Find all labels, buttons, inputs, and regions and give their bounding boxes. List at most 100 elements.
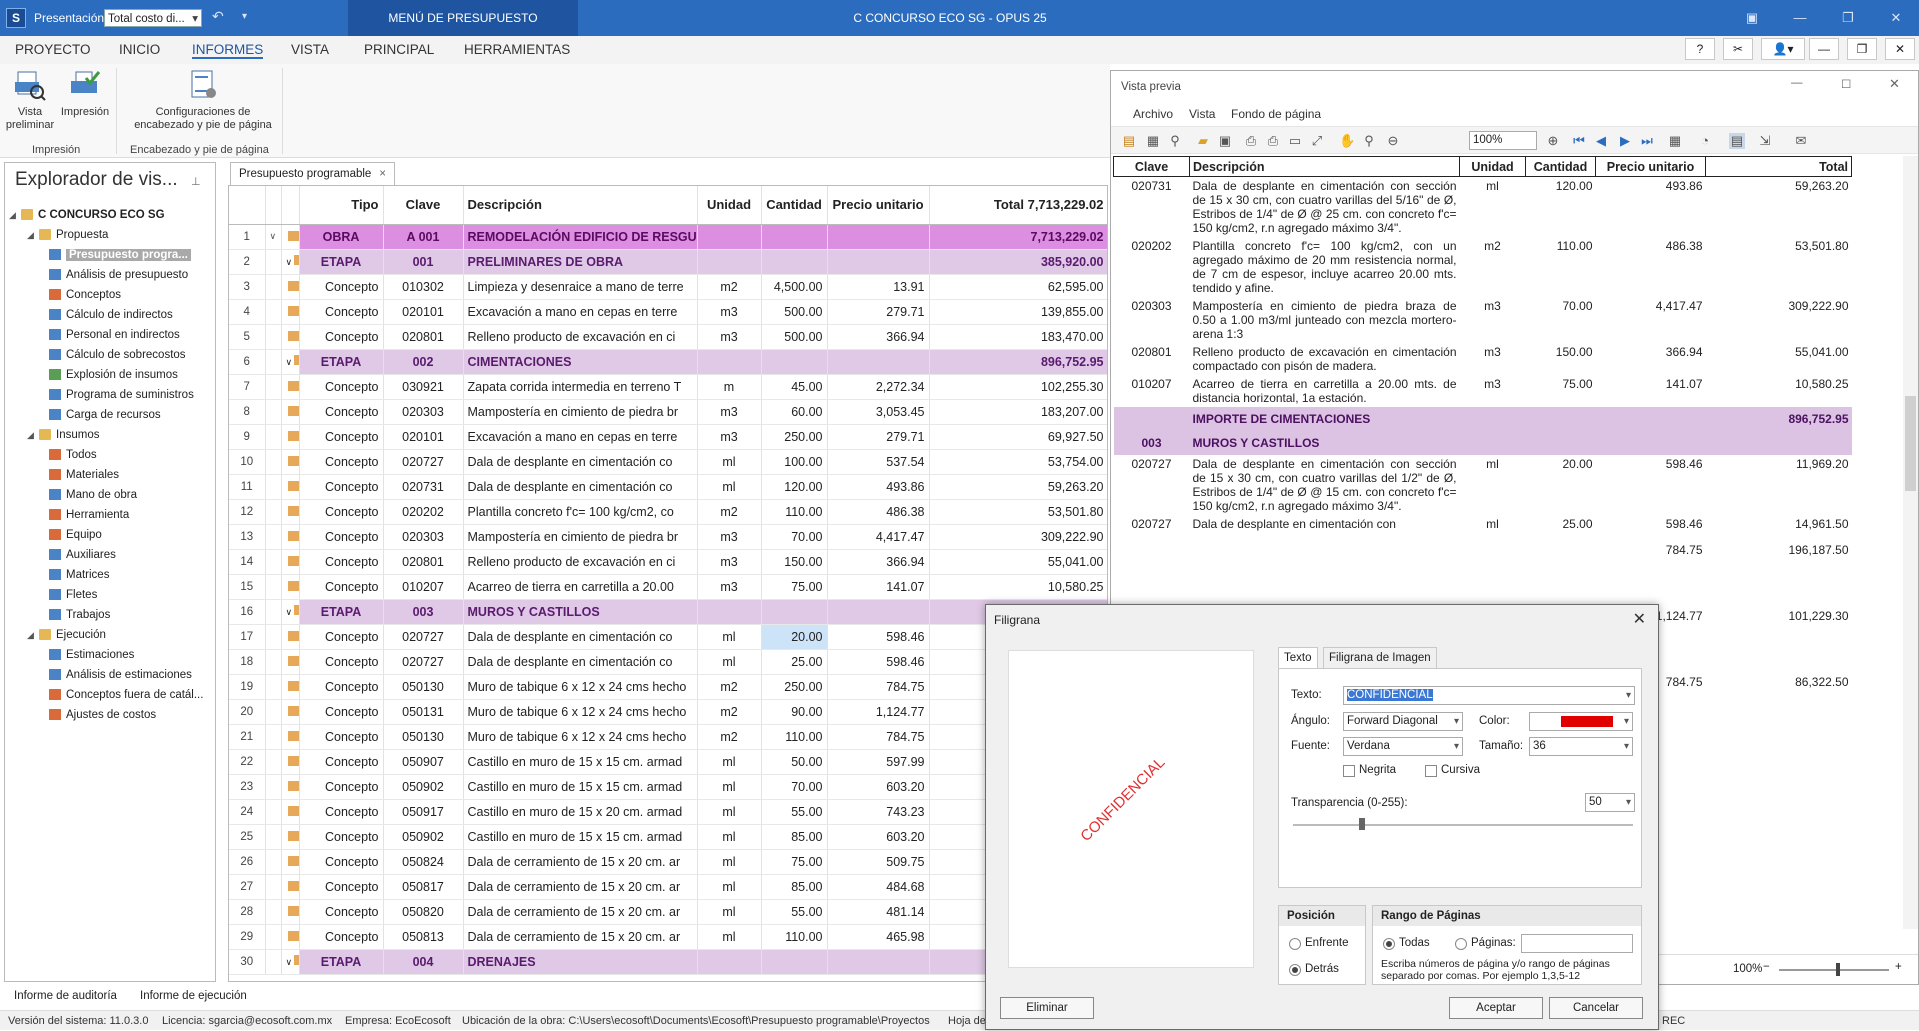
cell-descripcion[interactable]: PRELIMINARES DE OBRA: [463, 249, 698, 275]
doc-minimize-icon[interactable]: —: [1809, 38, 1839, 60]
maximize-icon[interactable]: ❐: [1826, 0, 1870, 36]
cell-clave[interactable]: 020727: [383, 649, 464, 675]
expand-icon[interactable]: [265, 699, 282, 725]
cell-clave[interactable]: 001: [383, 249, 464, 275]
minimize-icon[interactable]: —: [1778, 0, 1822, 36]
expand-icon[interactable]: [265, 524, 282, 550]
cell-unidad[interactable]: m3: [697, 299, 762, 325]
tree-ejecucion[interactable]: ◢ Ejecución: [27, 625, 106, 645]
zoom-minus-icon[interactable]: −: [1763, 961, 1770, 973]
cell-descripcion[interactable]: Castillo en muro de 15 x 15 cm. armad: [463, 749, 698, 775]
cell-cantidad[interactable]: [761, 599, 828, 625]
preview-minimize-icon[interactable]: —: [1791, 77, 1803, 89]
cell-tipo[interactable]: Concepto: [299, 424, 384, 450]
doc-close-icon[interactable]: ✕: [1885, 38, 1915, 60]
cell-cantidad[interactable]: 120.00: [761, 474, 828, 500]
expand-icon[interactable]: [265, 749, 282, 775]
pin-icon[interactable]: ⊥: [191, 175, 201, 188]
cell-tipo[interactable]: Concepto: [299, 499, 384, 525]
tree-item[interactable]: Cálculo de indirectos: [49, 305, 173, 325]
cell-unidad[interactable]: [697, 349, 762, 375]
presentation-select[interactable]: Total costo di...: [104, 9, 202, 28]
cursiva-checkbox[interactable]: [1425, 765, 1437, 777]
cell-descripcion[interactable]: Dala de cerramiento de 15 x 20 cm. ar: [463, 899, 698, 925]
clipboard-icon[interactable]: ▤: [1121, 133, 1137, 149]
color-select[interactable]: [1529, 712, 1633, 731]
cell-cantidad[interactable]: [761, 349, 828, 375]
cell-cantidad[interactable]: [761, 949, 828, 975]
cell-clave[interactable]: 020303: [383, 399, 464, 425]
tree-item[interactable]: Mano de obra: [49, 485, 137, 505]
cell-precio-unitario[interactable]: [827, 249, 930, 275]
dialog-close-icon[interactable]: ✕: [1633, 609, 1646, 629]
cell-unidad[interactable]: ml: [697, 799, 762, 825]
cell-tipo[interactable]: Concepto: [299, 724, 384, 750]
table-row[interactable]: 25 Concepto 050902 Castillo en muro de 15 x…: [229, 824, 1107, 850]
tree-item[interactable]: Explosión de insumos: [49, 365, 178, 385]
cell-cantidad[interactable]: 70.00: [761, 774, 828, 800]
cell-precio-unitario[interactable]: 4,417.47: [827, 524, 930, 550]
tree-item[interactable]: Análisis de estimaciones: [49, 665, 192, 685]
first-page-icon[interactable]: ⏮: [1571, 133, 1587, 149]
watermark-icon[interactable]: ▤: [1729, 133, 1745, 149]
cell-clave[interactable]: 050824: [383, 849, 464, 875]
cell-descripcion[interactable]: Muro de tabique 6 x 12 x 24 cms hecho: [463, 699, 698, 725]
expand-icon[interactable]: [265, 474, 282, 500]
cell-unidad[interactable]: m2: [697, 699, 762, 725]
cell-total[interactable]: 896,752.95: [929, 349, 1107, 375]
cell-descripcion[interactable]: Acarreo de tierra en carretilla a 20.00: [463, 574, 698, 600]
cell-unidad[interactable]: ml: [697, 774, 762, 800]
help-button[interactable]: ?: [1685, 38, 1715, 60]
save-icon[interactable]: ▣: [1217, 133, 1233, 149]
cell-descripcion[interactable]: Dala de desplante en cimentación co: [463, 624, 698, 650]
tab-presupuesto-programable[interactable]: Presupuesto programable ×: [230, 162, 395, 185]
cell-tipo[interactable]: Concepto: [299, 749, 384, 775]
cell-descripcion[interactable]: Mampostería en cimiento de piedra br: [463, 524, 698, 550]
fuente-select[interactable]: Verdana: [1343, 737, 1463, 756]
cell-unidad[interactable]: m3: [697, 574, 762, 600]
cell-cantidad[interactable]: 25.00: [761, 649, 828, 675]
open-icon[interactable]: ▰: [1195, 133, 1211, 149]
table-row[interactable]: 21 Concepto 050130 Muro de tabique 6 x 12 x…: [229, 724, 1107, 750]
cell-clave[interactable]: 020801: [383, 324, 464, 350]
cell-tipo[interactable]: ETAPA: [299, 949, 384, 975]
todas-radio[interactable]: [1383, 938, 1395, 950]
quick-access-dropdown-icon[interactable]: ▾: [242, 11, 247, 22]
expand-icon[interactable]: [265, 299, 282, 325]
table-row[interactable]: 2 ∨ ETAPA 001 PRELIMINARES DE OBRA 385,920.00: [229, 249, 1107, 275]
tree-item[interactable]: Ajustes de costos: [49, 705, 156, 725]
cell-unidad[interactable]: m2: [697, 724, 762, 750]
scale-icon[interactable]: ⤢: [1309, 133, 1325, 149]
undo-icon[interactable]: ↶: [212, 8, 224, 25]
cell-tipo[interactable]: Concepto: [299, 924, 384, 950]
zoom-slider[interactable]: [1779, 969, 1889, 971]
cell-descripcion[interactable]: Castillo en muro de 15 x 15 cm. armad: [463, 774, 698, 800]
cell-descripcion[interactable]: Dala de desplante en cimentación co: [463, 474, 698, 500]
cell-cantidad[interactable]: 75.00: [761, 574, 828, 600]
aceptar-button[interactable]: Aceptar: [1449, 997, 1543, 1019]
col-tipo[interactable]: Tipo: [299, 186, 384, 225]
expand-icon[interactable]: ∨: [265, 224, 282, 250]
cell-unidad[interactable]: m3: [697, 549, 762, 575]
cell-clave[interactable]: 050907: [383, 749, 464, 775]
expand-icon[interactable]: [265, 874, 282, 900]
tree-item[interactable]: Herramienta: [49, 505, 129, 525]
table-row[interactable]: 5 Concepto 020801 Relleno producto de excav…: [229, 324, 1107, 350]
cell-precio-unitario[interactable]: 1,124.77: [827, 699, 930, 725]
transparencia-input[interactable]: 50: [1585, 793, 1635, 812]
cell-clave[interactable]: 020727: [383, 449, 464, 475]
preview-scroll-thumb[interactable]: [1905, 396, 1916, 491]
cell-tipo[interactable]: Concepto: [299, 524, 384, 550]
cell-cantidad[interactable]: [761, 249, 828, 275]
cell-precio-unitario[interactable]: 2,272.34: [827, 374, 930, 400]
enfrente-radio[interactable]: [1289, 938, 1301, 950]
tree-item[interactable]: Matrices: [49, 565, 109, 585]
cell-descripcion[interactable]: Plantilla concreto f'c= 100 kg/cm2, co: [463, 499, 698, 525]
close-tab-icon[interactable]: ×: [379, 163, 386, 185]
menu-principal[interactable]: PRINCIPAL: [364, 42, 434, 57]
col-cantidad[interactable]: Cantidad: [761, 186, 828, 225]
cell-unidad[interactable]: ml: [697, 449, 762, 475]
cell-tipo[interactable]: Concepto: [299, 374, 384, 400]
cell-precio-unitario[interactable]: [827, 599, 930, 625]
detras-radio[interactable]: [1289, 964, 1301, 976]
